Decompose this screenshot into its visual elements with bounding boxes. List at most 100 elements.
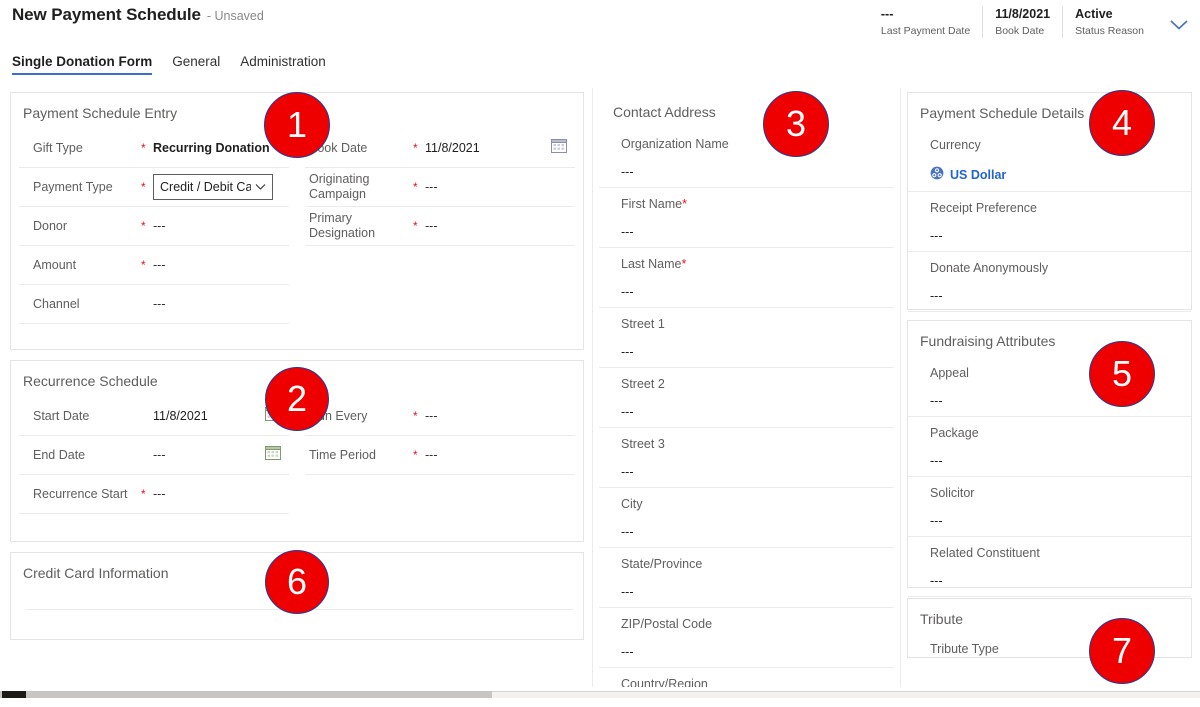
field-first-name[interactable]: First Name* ---: [599, 188, 894, 248]
required-marker: *: [141, 180, 146, 194]
field-label-text: Last Name: [621, 257, 682, 271]
field-zip-postal-code[interactable]: ZIP/Postal Code ---: [599, 608, 894, 668]
tab-label: Single Donation Form: [12, 54, 153, 69]
field-label: Primary Designation: [309, 211, 376, 240]
field-label: Receipt Preference: [930, 201, 1038, 215]
field-organization-name[interactable]: Organization Name ---: [599, 128, 894, 188]
field-value: Recurring Donation: [153, 141, 270, 155]
field-label: Recurrence Start: [33, 486, 128, 501]
scrollbar-thumb[interactable]: [2, 691, 26, 698]
calendar-icon[interactable]: [265, 406, 281, 426]
fields-column-b: Run Every * --- Time Period * ---: [297, 397, 575, 514]
field-value: ---: [621, 405, 634, 419]
field-recurrence-start[interactable]: Recurrence Start * ---: [19, 475, 289, 514]
field-payment-type[interactable]: Payment Type * Credit / Debit Ca: [19, 168, 289, 207]
field-package[interactable]: Package ---: [908, 417, 1191, 477]
field-street-2[interactable]: Street 2 ---: [599, 368, 894, 428]
panel-title: Credit Card Information: [23, 565, 169, 581]
field-donor[interactable]: Donor * ---: [19, 207, 289, 246]
calendar-icon[interactable]: [265, 445, 281, 465]
field-label: Channel: [33, 296, 80, 311]
field-end-date[interactable]: End Date ---: [19, 436, 289, 475]
tab-general[interactable]: General: [172, 54, 220, 75]
field-label-text: First Name: [621, 197, 683, 211]
combobox-value: Credit / Debit Ca: [160, 180, 251, 194]
tab-label: Administration: [240, 54, 326, 69]
tab-label: General: [172, 54, 221, 69]
field-label: ZIP/Postal Code: [621, 617, 713, 631]
form-column-left: Payment Schedule Entry Gift Type * Recur…: [0, 88, 592, 687]
field-street-1[interactable]: Street 1 ---: [599, 308, 894, 368]
panel-fundraising-attributes: Fundraising Attributes Appeal --- Packag…: [907, 320, 1192, 597]
fields-column-b: Book Date * 11/8/2021 Originating Campai…: [297, 129, 575, 324]
field-channel[interactable]: Channel ---: [19, 285, 289, 324]
field-value: ---: [930, 394, 943, 408]
field-state-province[interactable]: State/Province ---: [599, 548, 894, 608]
header-col-label: Status Reason: [1075, 25, 1144, 37]
field-receipt-preference[interactable]: Receipt Preference ---: [908, 192, 1191, 252]
header-col-last-payment-date: --- Last Payment Date: [869, 6, 982, 38]
required-marker: *: [682, 197, 687, 211]
panel-fields: Gift Type * Recurring Donation Payment T…: [11, 129, 583, 332]
currency-icon: [930, 166, 944, 183]
required-marker: *: [141, 141, 146, 155]
header-col-value: Active: [1075, 7, 1113, 21]
panel-recurrence-schedule: Recurrence Schedule Start Date 11/8/2021: [10, 360, 584, 542]
field-label: Last Name*: [621, 256, 894, 272]
header-col-status-reason: Active Status Reason: [1062, 6, 1156, 38]
panel-title: Payment Schedule Details: [920, 105, 1085, 121]
field-time-period[interactable]: Time Period * ---: [305, 436, 575, 475]
field-last-name[interactable]: Last Name* ---: [599, 248, 894, 308]
field-amount[interactable]: Amount * ---: [19, 246, 289, 285]
field-city[interactable]: City ---: [599, 488, 894, 548]
tab-single-donation-form[interactable]: Single Donation Form: [12, 54, 153, 75]
field-value: ---: [153, 297, 166, 311]
panel-fields: Start Date 11/8/2021 End Date --- Recurr…: [11, 397, 583, 522]
field-book-date[interactable]: Book Date * 11/8/2021: [305, 129, 575, 168]
panel-credit-card-information: Credit Card Information: [10, 552, 584, 640]
field-primary-designation[interactable]: Primary Designation * ---: [305, 207, 575, 246]
payment-type-combobox[interactable]: Credit / Debit Ca: [153, 174, 273, 200]
field-label: Street 3: [621, 437, 665, 451]
field-donate-anonymously[interactable]: Donate Anonymously ---: [908, 252, 1191, 312]
field-tribute-type[interactable]: Tribute Type: [908, 635, 1191, 657]
chevron-down-icon[interactable]: [253, 183, 270, 191]
field-value: ---: [621, 345, 634, 359]
field-value: ---: [153, 219, 166, 233]
field-start-date[interactable]: Start Date 11/8/2021: [19, 397, 289, 436]
header-summary-columns: --- Last Payment Date 11/8/2021 Book Dat…: [869, 6, 1156, 38]
field-value-wrap: Credit / Debit Ca: [153, 174, 289, 200]
field-originating-campaign[interactable]: Originating Campaign * ---: [305, 168, 575, 207]
field-related-constituent[interactable]: Related Constituent ---: [908, 537, 1191, 597]
field-street-3[interactable]: Street 3 ---: [599, 428, 894, 488]
field-label: Run Every: [309, 408, 368, 423]
field-value: ---: [153, 448, 166, 462]
tab-administration[interactable]: Administration: [240, 54, 326, 75]
horizontal-scrollbar[interactable]: [0, 687, 1200, 707]
record-form-page: New Payment Schedule - Unsaved --- Last …: [0, 0, 1200, 707]
field-appeal[interactable]: Appeal ---: [908, 357, 1191, 417]
field-label: First Name*: [621, 196, 894, 212]
panel-title: Fundraising Attributes: [920, 333, 1056, 349]
field-value: ---: [425, 409, 438, 423]
calendar-icon[interactable]: [551, 138, 567, 158]
field-label: Street 1: [621, 317, 665, 331]
chevron-down-icon[interactable]: [1168, 14, 1190, 36]
form-column-middle: Contact Address Organization Name --- Fi…: [592, 88, 900, 707]
fields-column-a: Gift Type * Recurring Donation Payment T…: [19, 129, 297, 324]
field-value: ---: [930, 574, 943, 588]
required-marker: *: [413, 141, 418, 155]
field-currency[interactable]: Currency US Dollar: [908, 129, 1191, 192]
field-value: ---: [930, 289, 943, 303]
field-value: ---: [621, 225, 634, 239]
field-run-every[interactable]: Run Every * ---: [305, 397, 575, 436]
field-label: End Date: [33, 447, 86, 462]
field-gift-type[interactable]: Gift Type * Recurring Donation: [19, 129, 289, 168]
field-label: City: [621, 497, 643, 511]
unsaved-indicator: - Unsaved: [206, 9, 264, 23]
field-value: ---: [621, 285, 634, 299]
field-value: ---: [621, 585, 634, 599]
field-solicitor[interactable]: Solicitor ---: [908, 477, 1191, 537]
field-label: Gift Type: [33, 140, 83, 155]
field-label: Street 2: [621, 377, 665, 391]
